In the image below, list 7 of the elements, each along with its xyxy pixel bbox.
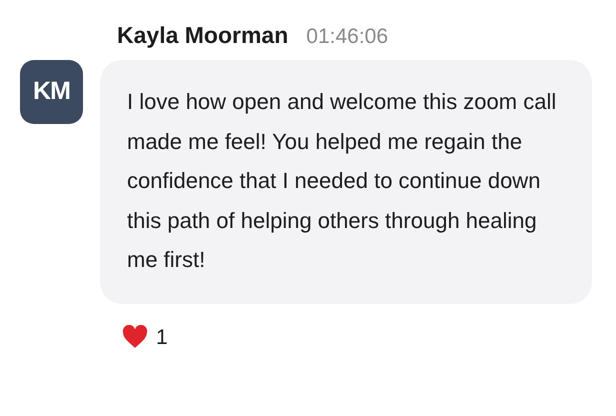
- timestamp: 01:46:06: [306, 24, 388, 50]
- author-name: Kayla Moorman: [117, 21, 288, 50]
- avatar: KM: [20, 60, 83, 124]
- reaction-chip[interactable]: 1: [122, 322, 168, 353]
- message-bubble: I love how open and welcome this zoom call made me feel! You helped me regain the confidence that I needed to continue down this path of helping others through healing me first!: [100, 60, 592, 304]
- reaction-count: 1: [156, 324, 168, 350]
- heart-icon: [122, 325, 148, 350]
